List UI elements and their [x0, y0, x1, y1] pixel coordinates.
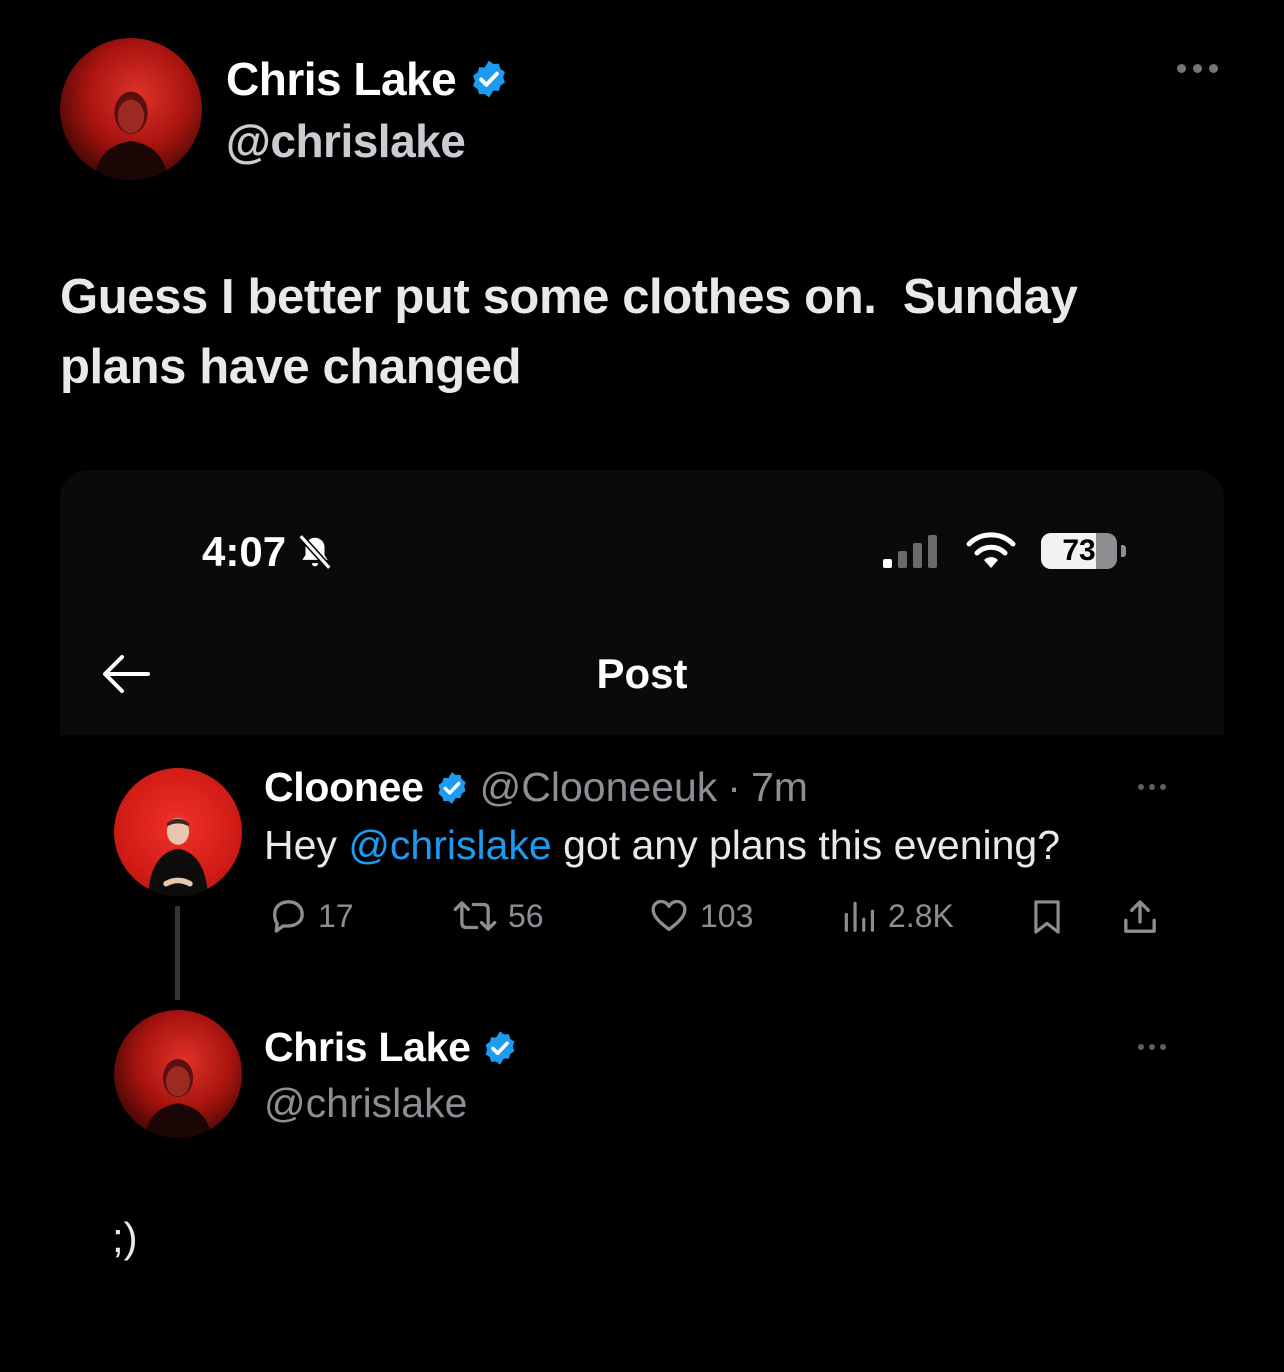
avatar-person-icon: [148, 817, 208, 896]
like-button[interactable]: 103: [648, 896, 753, 936]
like-count: 103: [700, 897, 754, 934]
share-icon: [1124, 900, 1156, 933]
thread-line: [175, 906, 180, 1000]
reply-text-prefix: Hey: [264, 822, 349, 868]
more-options-icon[interactable]: [1138, 784, 1166, 790]
reply-button[interactable]: 17: [268, 896, 354, 936]
author-avatar[interactable]: [60, 38, 202, 180]
repost-count: 56: [508, 897, 544, 934]
bookmark-button[interactable]: [1028, 896, 1066, 938]
more-options-icon[interactable]: [1177, 64, 1218, 73]
author-handle[interactable]: @chrislake: [226, 114, 466, 168]
reply-icon: [273, 900, 304, 933]
reply-count: 17: [318, 897, 354, 934]
status-time: 4:07: [202, 528, 287, 575]
battery-level: 73: [1062, 534, 1096, 567]
views-button[interactable]: 2.8K: [840, 896, 954, 936]
bookmark-icon: [1034, 900, 1060, 934]
avatar-person-icon: [94, 91, 168, 180]
action-bar: 17 56 103 2.8K: [268, 896, 1168, 942]
bell-slash-icon: [298, 534, 332, 570]
reply-text-suffix: got any plans this evening?: [551, 822, 1061, 868]
reply-text: Hey @chrislake got any plans this evenin…: [264, 822, 1060, 869]
reply-timestamp[interactable]: 7m: [751, 764, 808, 811]
response-author-name[interactable]: Chris Lake: [264, 1024, 471, 1071]
tweet-text: Guess I better put some clothes on. Sund…: [60, 270, 1078, 394]
reply-author-name[interactable]: Cloonee: [264, 764, 424, 811]
reply-author-avatar[interactable]: [114, 768, 242, 896]
verified-badge-icon: [437, 771, 466, 804]
repost-icon: [453, 901, 497, 931]
signal-icon: [883, 535, 937, 568]
avatar-person-icon: [145, 1059, 211, 1138]
embedded-screenshot[interactable]: 4:07 73 Post: [60, 470, 1224, 735]
heart-icon: [651, 899, 687, 931]
verified-badge-icon: [485, 1030, 515, 1065]
response-text: ;): [112, 1214, 138, 1261]
views-count: 2.8K: [888, 897, 954, 934]
mention-link[interactable]: @chrislake: [348, 822, 551, 868]
more-options-icon[interactable]: [1138, 1044, 1166, 1050]
author-name[interactable]: Chris Lake: [226, 52, 457, 106]
response-author-avatar[interactable]: [114, 1010, 242, 1138]
verified-badge-icon: [473, 60, 506, 98]
wifi-icon: [966, 532, 1016, 568]
separator: ·: [727, 764, 741, 810]
battery-icon: 73: [1041, 533, 1117, 569]
share-button[interactable]: [1120, 896, 1160, 938]
reply-author-handle[interactable]: @Clooneeuk: [480, 764, 718, 811]
page-title: Post: [596, 650, 688, 697]
status-time-group: 4:07: [202, 528, 334, 576]
repost-button[interactable]: 56: [452, 896, 544, 936]
views-chart-icon: [844, 901, 875, 932]
response-author-handle[interactable]: @chrislake: [264, 1080, 467, 1127]
